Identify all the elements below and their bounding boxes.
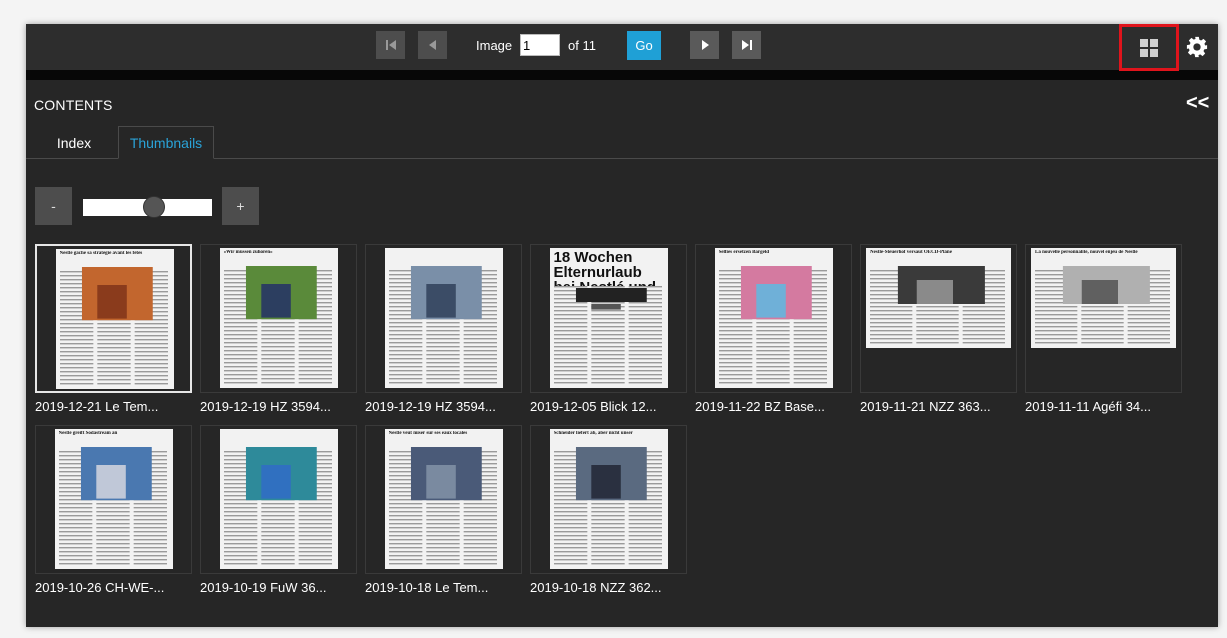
thumbnail-caption[interactable]: 2019-10-18 Le Tem... xyxy=(365,580,528,595)
thumbnail-caption[interactable]: 2019-11-11 Agéfi 34... xyxy=(1025,399,1188,414)
next-page-button[interactable] xyxy=(690,31,719,59)
previous-page-button[interactable] xyxy=(418,31,447,59)
image-number-input[interactable] xyxy=(520,34,560,56)
zoom-out-button[interactable]: - xyxy=(35,187,72,225)
zoom-in-button[interactable]: + xyxy=(222,187,259,225)
page-preview-image xyxy=(55,249,174,389)
page-headline: «Wir müssen zuhören» xyxy=(223,250,273,255)
thumbnail-caption[interactable]: 2019-10-18 NZZ 362... xyxy=(530,580,693,595)
page-preview-image xyxy=(866,248,1011,348)
document-viewer: Image of 11 Go CONTENTS << xyxy=(26,24,1218,627)
thumbnail-caption[interactable]: 2019-10-19 FuW 36... xyxy=(200,580,363,595)
toolbar: Image of 11 Go xyxy=(26,24,1218,80)
thumbnail-item[interactable]: Schneider liefert ab, aber nicht unser xyxy=(530,425,687,574)
thumbnail-item[interactable]: 18 Wochen Elternurlaub bei Nestlé und No… xyxy=(530,244,687,393)
go-button[interactable]: Go xyxy=(627,31,661,60)
zoom-slider-handle[interactable] xyxy=(142,196,165,218)
next-icon xyxy=(701,40,709,50)
skip-first-icon xyxy=(385,40,396,50)
prev-icon xyxy=(428,40,436,50)
thumbnail-item[interactable]: «Wir müssen zuhören» xyxy=(200,244,357,393)
collapse-panel-button[interactable]: << xyxy=(1186,92,1209,115)
gear-icon xyxy=(1186,36,1208,58)
tab-index[interactable]: Index xyxy=(39,126,109,159)
thumbnail-caption[interactable]: 2019-12-21 Le Tem... xyxy=(35,399,198,414)
page-headline: La nouvelle personnalité, nouvel enjeu d… xyxy=(1035,250,1138,255)
thumbnail-caption[interactable]: 2019-11-22 BZ Base... xyxy=(695,399,858,414)
page-preview-image xyxy=(714,248,833,388)
first-page-button[interactable] xyxy=(376,31,405,59)
page-preview-image xyxy=(384,429,503,569)
page-preview-image xyxy=(549,429,668,569)
page-preview-image xyxy=(1031,248,1176,348)
skip-last-icon xyxy=(741,40,752,50)
thumbnail-item[interactable]: Nestlé veut miser sur ses eaux locales xyxy=(365,425,522,574)
settings-button[interactable] xyxy=(1184,34,1210,60)
page-preview-image xyxy=(54,429,173,569)
thumbnail-item[interactable]: Selfies ersetzen Bargeld xyxy=(695,244,852,393)
image-label: Image xyxy=(476,38,513,53)
grid-view-icon xyxy=(1140,38,1158,57)
grid-view-button[interactable] xyxy=(1119,24,1179,71)
page-headline: 18 Wochen Elternurlaub bei Nestlé und No… xyxy=(553,250,657,286)
thumbnail-item[interactable]: La nouvelle personnalité, nouvel enjeu d… xyxy=(1025,244,1182,393)
page-headline: Nestlé-Steuerhof versaut OECD-Pläne xyxy=(870,250,952,255)
page-headline: Nestlé greift Sodastream an xyxy=(58,431,118,436)
last-page-button[interactable] xyxy=(732,31,761,59)
page-headline: Selfies ersetzen Bargeld xyxy=(718,250,770,255)
page-headline: Schneider liefert ab, aber nicht unser xyxy=(553,431,633,436)
page-headline: Nestlé veut miser sur ses eaux locales xyxy=(388,431,468,436)
thumbnail-caption[interactable]: 2019-12-19 HZ 3594... xyxy=(200,399,363,414)
page-preview-image xyxy=(219,248,338,388)
thumbnail-item[interactable]: Nestlé-Steuerhof versaut OECD-Pläne xyxy=(860,244,1017,393)
thumbnail-item[interactable] xyxy=(200,425,357,574)
page-count-label: of 11 xyxy=(568,38,596,53)
page-preview-image xyxy=(384,248,503,388)
thumbnail-caption[interactable]: 2019-12-05 Blick 12... xyxy=(530,399,693,414)
thumbnail-caption[interactable]: 2019-12-19 HZ 3594... xyxy=(365,399,528,414)
tab-thumbnails[interactable]: Thumbnails xyxy=(118,126,214,159)
thumbnail-caption[interactable]: 2019-11-21 NZZ 363... xyxy=(860,399,1023,414)
thumbnail-item[interactable]: Nestlé gâche sa stratégie avant les fête… xyxy=(35,244,192,393)
page-headline: Nestlé gâche sa stratégie avant les fête… xyxy=(59,251,143,256)
page-preview-image xyxy=(219,429,338,569)
thumbnail-item[interactable]: Nestlé greift Sodastream an xyxy=(35,425,192,574)
panel-title: CONTENTS xyxy=(34,97,113,113)
thumbnail-caption[interactable]: 2019-10-26 CH-WE-... xyxy=(35,580,198,595)
thumbnail-item[interactable] xyxy=(365,244,522,393)
